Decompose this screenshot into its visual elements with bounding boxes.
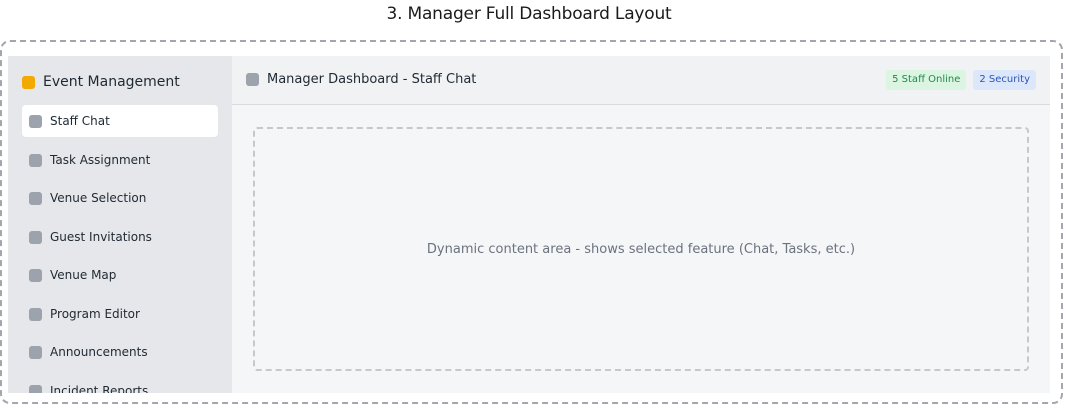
header-title-group: Manager Dashboard - Staff Chat	[246, 72, 476, 87]
task-assignment-icon	[29, 153, 42, 167]
sidebar-item-label: Task Assignment	[50, 153, 151, 167]
program-editor-icon	[29, 307, 42, 321]
sidebar-item-label: Venue Selection	[50, 191, 147, 205]
venue-map-icon	[29, 268, 42, 282]
main-header: Manager Dashboard - Staff Chat 5 Staff O…	[232, 56, 1050, 105]
page-title: 3. Manager Full Dashboard Layout	[386, 4, 672, 24]
sidebar-item-label: Announcements	[50, 345, 148, 359]
sidebar-item-label: Program Editor	[50, 307, 140, 321]
guest-invitations-icon	[29, 230, 42, 244]
incident-reports-icon	[29, 384, 42, 393]
content-placeholder-text: Dynamic content area - shows selected fe…	[426, 241, 856, 257]
sidebar-item-incident-reports[interactable]: Incident Reports	[22, 375, 218, 393]
sidebar-item-label: Staff Chat	[50, 114, 110, 128]
sidebar: Event Management Staff Chat Task Assignm…	[8, 56, 232, 393]
header-title: Manager Dashboard - Staff Chat	[267, 72, 477, 87]
sidebar-item-label: Incident Reports	[50, 384, 149, 393]
sidebar-item-announcements[interactable]: Announcements	[22, 336, 218, 368]
sidebar-item-venue-map[interactable]: Venue Map	[22, 259, 218, 291]
security-badge: 2 Security	[973, 70, 1036, 90]
venue-selection-icon	[29, 191, 42, 205]
staff-chat-icon	[246, 73, 259, 86]
brand-label: Event Management	[43, 74, 180, 90]
sidebar-item-label: Guest Invitations	[50, 230, 152, 244]
staff-online-badge: 5 Staff Online	[886, 70, 967, 90]
main-panel: Manager Dashboard - Staff Chat 5 Staff O…	[232, 56, 1050, 393]
manager-dashboard: Event Management Staff Chat Task Assignm…	[8, 56, 1050, 393]
sidebar-header: Event Management	[22, 73, 180, 91]
sidebar-item-program-editor[interactable]: Program Editor	[22, 298, 218, 330]
status-badges: 5 Staff Online 2 Security	[879, 70, 1036, 90]
announcements-icon	[29, 345, 42, 359]
staff-chat-icon	[29, 114, 42, 128]
sidebar-item-venue-selection[interactable]: Venue Selection	[22, 182, 218, 214]
brand-square-icon	[22, 75, 35, 89]
sidebar-item-task-assignment[interactable]: Task Assignment	[22, 144, 218, 176]
sidebar-item-guest-invitations[interactable]: Guest Invitations	[22, 221, 218, 253]
dynamic-content-area: Dynamic content area - shows selected fe…	[253, 127, 1029, 371]
sidebar-item-staff-chat[interactable]: Staff Chat	[22, 105, 218, 137]
sidebar-item-label: Venue Map	[50, 268, 117, 282]
